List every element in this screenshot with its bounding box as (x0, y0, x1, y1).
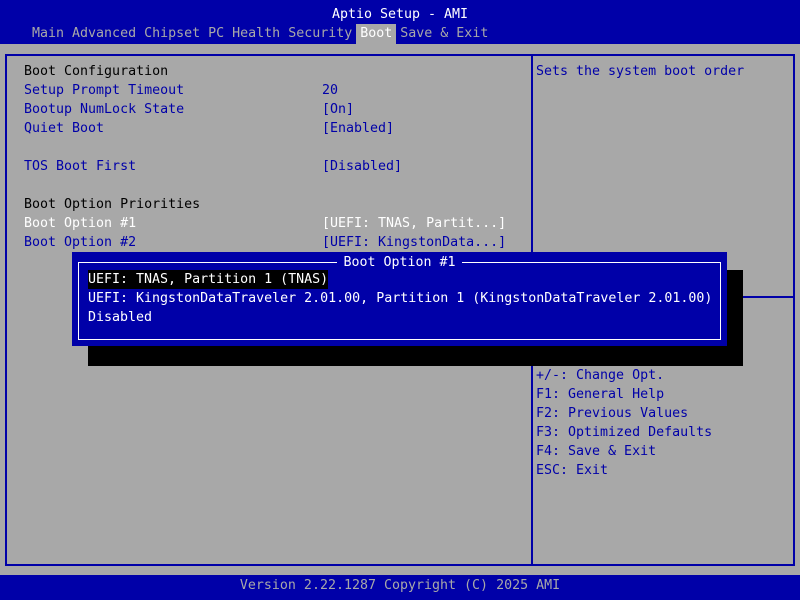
setup-prompt-timeout-label[interactable]: Setup Prompt Timeout (24, 81, 184, 100)
tab-security[interactable]: Security (284, 24, 356, 44)
boot-option-2-label[interactable]: Boot Option #2 (24, 233, 136, 252)
popup-option-selected[interactable]: UEFI: TNAS, Partition 1 (TNAS) (88, 270, 329, 289)
header-bar: Aptio Setup - AMI Main Advanced Chipset … (0, 0, 800, 44)
section-boot-configuration: Boot Configuration (24, 64, 169, 79)
popup-option[interactable]: UEFI: KingstonDataTraveler 2.01.00, Part… (88, 289, 712, 308)
popup-option[interactable]: Disabled (88, 308, 152, 327)
popup-title: Boot Option #1 (337, 255, 462, 270)
app-title: Aptio Setup - AMI (331, 7, 469, 22)
tab-bar: Main Advanced Chipset PC Health Security… (28, 24, 492, 44)
help-key: +/-: Change Opt. (536, 368, 665, 383)
boot-option-2-value[interactable]: [UEFI: KingstonData...] (322, 233, 506, 252)
help-key: ESC: Exit (536, 463, 609, 478)
tab-boot[interactable]: Boot (356, 24, 397, 44)
tab-chipset[interactable]: Chipset (140, 24, 204, 44)
help-key: F2: Previous Values (536, 406, 689, 421)
help-description: Sets the system boot order (536, 64, 745, 79)
tab-advanced[interactable]: Advanced (68, 24, 140, 44)
boot-option-popup: Boot Option #1 UEFI: TNAS, Partition 1 (… (72, 252, 727, 346)
setup-prompt-timeout-value[interactable]: 20 (322, 81, 338, 100)
quiet-boot-value[interactable]: [Enabled] (322, 119, 394, 138)
boot-option-1-value[interactable]: [UEFI: TNAS, Partit...] (322, 214, 506, 233)
tab-main[interactable]: Main (28, 24, 68, 44)
bootup-numlock-label[interactable]: Bootup NumLock State (24, 100, 184, 119)
tab-pc-health[interactable]: PC Health (204, 24, 284, 44)
boot-option-1-label[interactable]: Boot Option #1 (24, 214, 136, 233)
help-key: F4: Save & Exit (536, 444, 657, 459)
quiet-boot-label[interactable]: Quiet Boot (24, 119, 104, 138)
section-boot-option-priorities: Boot Option Priorities (24, 197, 201, 212)
footer-version: Version 2.22.1287 Copyright (C) 2025 AMI (0, 575, 800, 600)
tos-boot-first-value[interactable]: [Disabled] (322, 157, 402, 176)
tab-save-exit[interactable]: Save & Exit (396, 24, 492, 44)
bootup-numlock-value[interactable]: [On] (322, 100, 354, 119)
help-key: F3: Optimized Defaults (536, 425, 713, 440)
tos-boot-first-label[interactable]: TOS Boot First (24, 157, 136, 176)
help-key: F1: General Help (536, 387, 665, 402)
